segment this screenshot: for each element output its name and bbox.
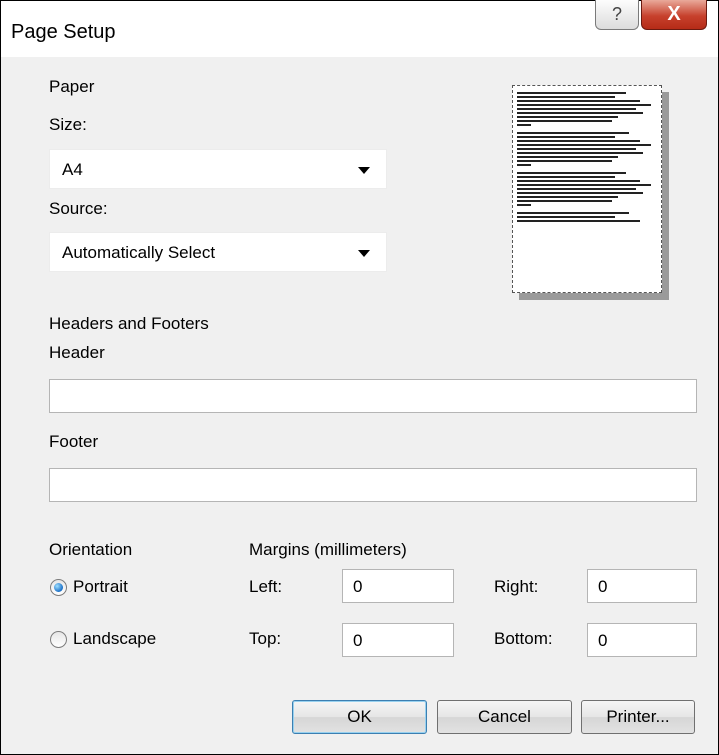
- page-setup-dialog: Page Setup ? X Paper Size: A4 Source: Au…: [0, 0, 719, 755]
- preview-line: [517, 176, 615, 178]
- preview-line: [517, 104, 652, 106]
- preview-line: [517, 192, 643, 194]
- top-margin-input[interactable]: 0: [342, 623, 454, 657]
- source-select[interactable]: Automatically Select: [49, 232, 387, 272]
- preview-line: [517, 112, 643, 114]
- right-margin-label: Right:: [494, 577, 539, 596]
- headers-footers-heading: Headers and Footers: [49, 314, 209, 333]
- source-label: Source:: [49, 199, 108, 218]
- preview-line: [517, 180, 641, 182]
- cancel-button[interactable]: Cancel: [437, 700, 572, 734]
- preview-line: [517, 212, 629, 214]
- portrait-radio[interactable]: [50, 579, 67, 596]
- preview-line: [517, 172, 627, 174]
- preview-line: [517, 184, 652, 186]
- header-input[interactable]: [49, 379, 697, 413]
- footer-input[interactable]: [49, 468, 697, 502]
- preview-line: [517, 92, 627, 94]
- preview-line: [517, 152, 643, 154]
- help-button[interactable]: ?: [595, 0, 639, 30]
- top-margin-value: 0: [353, 631, 363, 650]
- paper-heading: Paper: [49, 77, 95, 96]
- preview-text-lines: [517, 90, 657, 224]
- preview-line: [517, 156, 618, 158]
- top-margin-label: Top:: [249, 629, 282, 648]
- ok-button[interactable]: OK: [292, 700, 427, 734]
- portrait-label[interactable]: Portrait: [73, 577, 128, 597]
- preview-line: [517, 164, 531, 166]
- size-select[interactable]: A4: [49, 149, 387, 189]
- window-title: Page Setup: [11, 21, 116, 43]
- preview-line: [517, 120, 613, 122]
- preview-line: [517, 196, 618, 198]
- page-preview-image: [512, 85, 662, 293]
- chevron-down-icon: [358, 250, 370, 257]
- close-icon: X: [667, 3, 681, 25]
- preview-line: [517, 140, 641, 142]
- left-margin-value: 0: [353, 577, 363, 596]
- preview-line: [517, 220, 641, 222]
- preview-line: [517, 96, 615, 98]
- help-icon: ?: [611, 4, 622, 24]
- header-label: Header: [49, 343, 105, 362]
- bottom-margin-value: 0: [598, 631, 608, 650]
- left-margin-label: Left:: [249, 577, 283, 596]
- preview-line: [517, 148, 636, 150]
- preview-line: [517, 124, 531, 126]
- right-margin-value: 0: [598, 577, 608, 596]
- chevron-down-icon: [358, 167, 370, 174]
- landscape-label[interactable]: Landscape: [73, 629, 156, 649]
- preview-line: [517, 160, 613, 162]
- close-button[interactable]: X: [641, 0, 707, 30]
- preview-line: [517, 108, 636, 110]
- size-value: A4: [62, 160, 83, 179]
- bottom-margin-input[interactable]: 0: [587, 623, 697, 657]
- margins-heading: Margins (millimeters): [249, 540, 407, 559]
- printer-button[interactable]: Printer...: [581, 700, 695, 734]
- preview-line: [517, 216, 615, 218]
- preview-line: [517, 144, 652, 146]
- size-label: Size:: [49, 115, 87, 134]
- preview-line: [517, 132, 629, 134]
- source-value: Automatically Select: [62, 243, 216, 262]
- orientation-heading: Orientation: [49, 540, 133, 559]
- preview-line: [517, 188, 636, 190]
- preview-line: [517, 200, 613, 202]
- preview-line: [517, 100, 641, 102]
- landscape-radio[interactable]: [50, 631, 67, 648]
- footer-label: Footer: [49, 432, 99, 451]
- bottom-margin-label: Bottom:: [494, 629, 553, 648]
- title-bar[interactable]: Page Setup ? X: [1, 0, 718, 57]
- preview-line: [517, 116, 618, 118]
- right-margin-input[interactable]: 0: [587, 569, 697, 603]
- preview-line: [517, 136, 615, 138]
- preview-line: [517, 204, 531, 206]
- left-margin-input[interactable]: 0: [342, 569, 454, 603]
